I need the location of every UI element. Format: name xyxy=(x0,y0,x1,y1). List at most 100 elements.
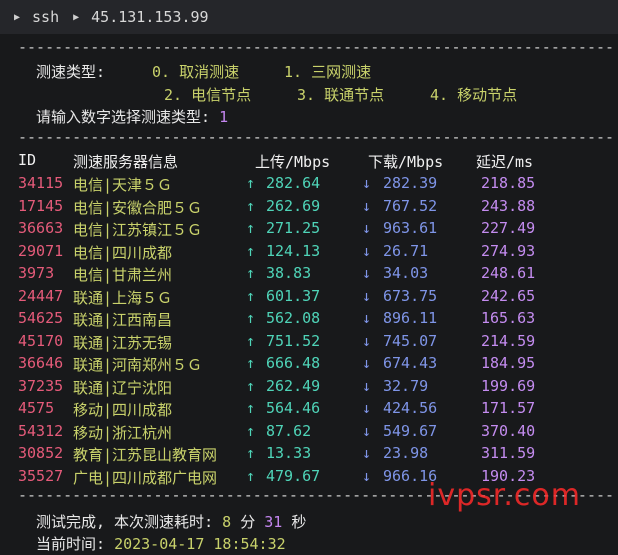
current-time-line: 当前时间: 2023-04-17 18:54:32 xyxy=(36,535,286,553)
menu-label: 测速类型: xyxy=(36,63,106,81)
row-latency: 311.59 xyxy=(481,444,536,462)
row-server: 电信|四川成都 xyxy=(73,243,173,262)
down-arrow-icon: ↓ xyxy=(362,421,372,440)
row-server: 电信|江苏镇江５Ｇ xyxy=(73,221,203,239)
elapsed-seconds: 31 xyxy=(264,513,283,531)
row-upload: 262.69 xyxy=(266,196,321,215)
row-server: 电信|天津５Ｇ xyxy=(73,176,173,194)
row-id: 3973 xyxy=(18,264,55,282)
terminal-output[interactable]: ----------------------------------------… xyxy=(0,34,618,555)
up-arrow-icon: ↑ xyxy=(246,264,256,282)
up-arrow-icon: ↑ xyxy=(246,376,256,395)
row-id: 45170 xyxy=(18,331,64,350)
col-id-header: ID xyxy=(18,151,37,169)
table-row: 4575 移动|四川成都 ↑ 564.46 ↓ 424.56 171.57 xyxy=(0,399,618,421)
row-download: 674.43 xyxy=(383,354,438,372)
col-server-header: 测速服务器信息 xyxy=(73,153,179,171)
down-arrow-icon: ↓ xyxy=(362,241,372,260)
table-row: 54625 联通|江西南昌 ↑ 562.08 ↓ 896.11 165.63 xyxy=(0,309,618,331)
table-row: 36646 联通|河南郑州５Ｇ ↑ 666.48 ↓ 674.43 184.95 xyxy=(0,354,618,376)
row-id: 34115 xyxy=(18,174,64,192)
table-row: 24447 联通|上海５Ｇ ↑ 601.37 ↓ 673.75 242.65 xyxy=(0,287,618,309)
tab-bar: ▶ ssh ▶ 45.131.153.99 xyxy=(0,0,618,35)
down-arrow-icon: ↓ xyxy=(362,376,372,395)
row-upload: 271.25 xyxy=(266,219,321,237)
row-upload: 13.33 xyxy=(266,444,312,462)
up-arrow-icon: ↑ xyxy=(246,444,256,462)
row-server: 联通|上海５Ｇ xyxy=(73,288,173,307)
row-latency: 274.93 xyxy=(481,241,536,260)
row-latency: 370.40 xyxy=(481,421,536,440)
row-latency: 243.88 xyxy=(481,196,536,215)
row-server: 联通|江苏无锡 xyxy=(73,333,173,352)
col-up-header: 上传/Mbps xyxy=(255,153,331,171)
menu-option-4: 4. 移动节点 xyxy=(430,86,518,104)
row-download: 23.98 xyxy=(383,444,429,462)
row-upload: 564.46 xyxy=(266,399,321,417)
breadcrumb-ssh[interactable]: ▶ ssh xyxy=(0,8,59,26)
row-upload: 87.62 xyxy=(266,421,312,440)
row-server: 联通|辽宁沈阳 xyxy=(73,378,173,397)
row-id: 37235 xyxy=(18,376,64,395)
row-id: 54312 xyxy=(18,421,64,440)
row-id: 29071 xyxy=(18,241,64,260)
breadcrumb-host[interactable]: ▶ 45.131.153.99 xyxy=(59,8,208,26)
row-id: 24447 xyxy=(18,286,64,305)
down-arrow-icon: ↓ xyxy=(362,174,372,192)
up-arrow-icon: ↑ xyxy=(246,286,256,305)
current-time-value: 2023-04-17 18:54:32 xyxy=(114,535,286,553)
row-latency: 218.85 xyxy=(481,174,536,192)
row-id: 35527 xyxy=(18,466,64,485)
up-arrow-icon: ↑ xyxy=(246,174,256,192)
menu-option-0: 0. 取消测速 xyxy=(152,63,240,81)
watermark: ivpsr.com xyxy=(428,478,581,513)
play-triangle-icon: ▶ xyxy=(73,11,80,23)
up-arrow-icon: ↑ xyxy=(246,354,256,372)
row-download: 673.75 xyxy=(383,286,438,305)
up-arrow-icon: ↑ xyxy=(246,196,256,215)
row-latency: 165.63 xyxy=(481,309,536,327)
row-server: 电信|安徽合肥５Ｇ xyxy=(73,198,203,217)
row-upload: 38.83 xyxy=(266,264,312,282)
row-id: 4575 xyxy=(18,399,55,417)
row-upload: 562.08 xyxy=(266,309,321,327)
down-arrow-icon: ↓ xyxy=(362,444,372,462)
row-server: 移动|四川成都 xyxy=(73,401,173,419)
breadcrumb-ssh-label: ssh xyxy=(32,8,60,26)
row-server: 教育|江苏昆山教育网 xyxy=(73,446,218,464)
table-row: 34115 电信|天津５Ｇ ↑ 282.64 ↓ 282.39 218.85 xyxy=(0,174,618,196)
menu-option-1: 1. 三网测速 xyxy=(284,63,372,81)
row-download: 34.03 xyxy=(383,264,429,282)
row-upload: 124.13 xyxy=(266,241,321,260)
table-row: 36663 电信|江苏镇江５Ｇ ↑ 271.25 ↓ 963.61 227.49 xyxy=(0,219,618,241)
up-arrow-icon: ↑ xyxy=(246,241,256,260)
summary-line: 测试完成, 本次测速耗时: 8 分 31 秒 xyxy=(36,513,307,531)
separator-line: ----------------------------------------… xyxy=(18,128,615,146)
up-arrow-icon: ↑ xyxy=(246,399,256,417)
separator-line: ----------------------------------------… xyxy=(18,38,615,56)
down-arrow-icon: ↓ xyxy=(362,286,372,305)
row-upload: 479.67 xyxy=(266,466,321,485)
up-arrow-icon: ↑ xyxy=(246,219,256,237)
row-latency: 248.61 xyxy=(481,264,536,282)
table-header: ID 测速服务器信息 上传/Mbps 下载/Mbps 延迟/ms xyxy=(0,151,618,173)
up-arrow-icon: ↑ xyxy=(246,466,256,485)
table-row: 45170 联通|江苏无锡 ↑ 751.52 ↓ 745.07 214.59 xyxy=(0,332,618,354)
down-arrow-icon: ↓ xyxy=(362,219,372,237)
row-download: 745.07 xyxy=(383,331,438,350)
play-triangle-icon: ▶ xyxy=(14,11,21,23)
row-upload: 666.48 xyxy=(266,354,321,372)
row-latency: 214.59 xyxy=(481,331,536,350)
table-row: 30852 教育|江苏昆山教育网 ↑ 13.33 ↓ 23.98 311.59 xyxy=(0,444,618,466)
up-arrow-icon: ↑ xyxy=(246,331,256,350)
row-latency: 199.69 xyxy=(481,376,536,395)
row-latency: 171.57 xyxy=(481,399,536,417)
row-download: 26.71 xyxy=(383,241,429,260)
up-arrow-icon: ↑ xyxy=(246,421,256,440)
row-download: 767.52 xyxy=(383,196,438,215)
row-upload: 282.64 xyxy=(266,174,321,192)
down-arrow-icon: ↓ xyxy=(362,354,372,372)
breadcrumb-host-label: 45.131.153.99 xyxy=(91,8,209,26)
row-upload: 601.37 xyxy=(266,286,321,305)
row-server: 电信|甘肃兰州 xyxy=(73,266,173,284)
